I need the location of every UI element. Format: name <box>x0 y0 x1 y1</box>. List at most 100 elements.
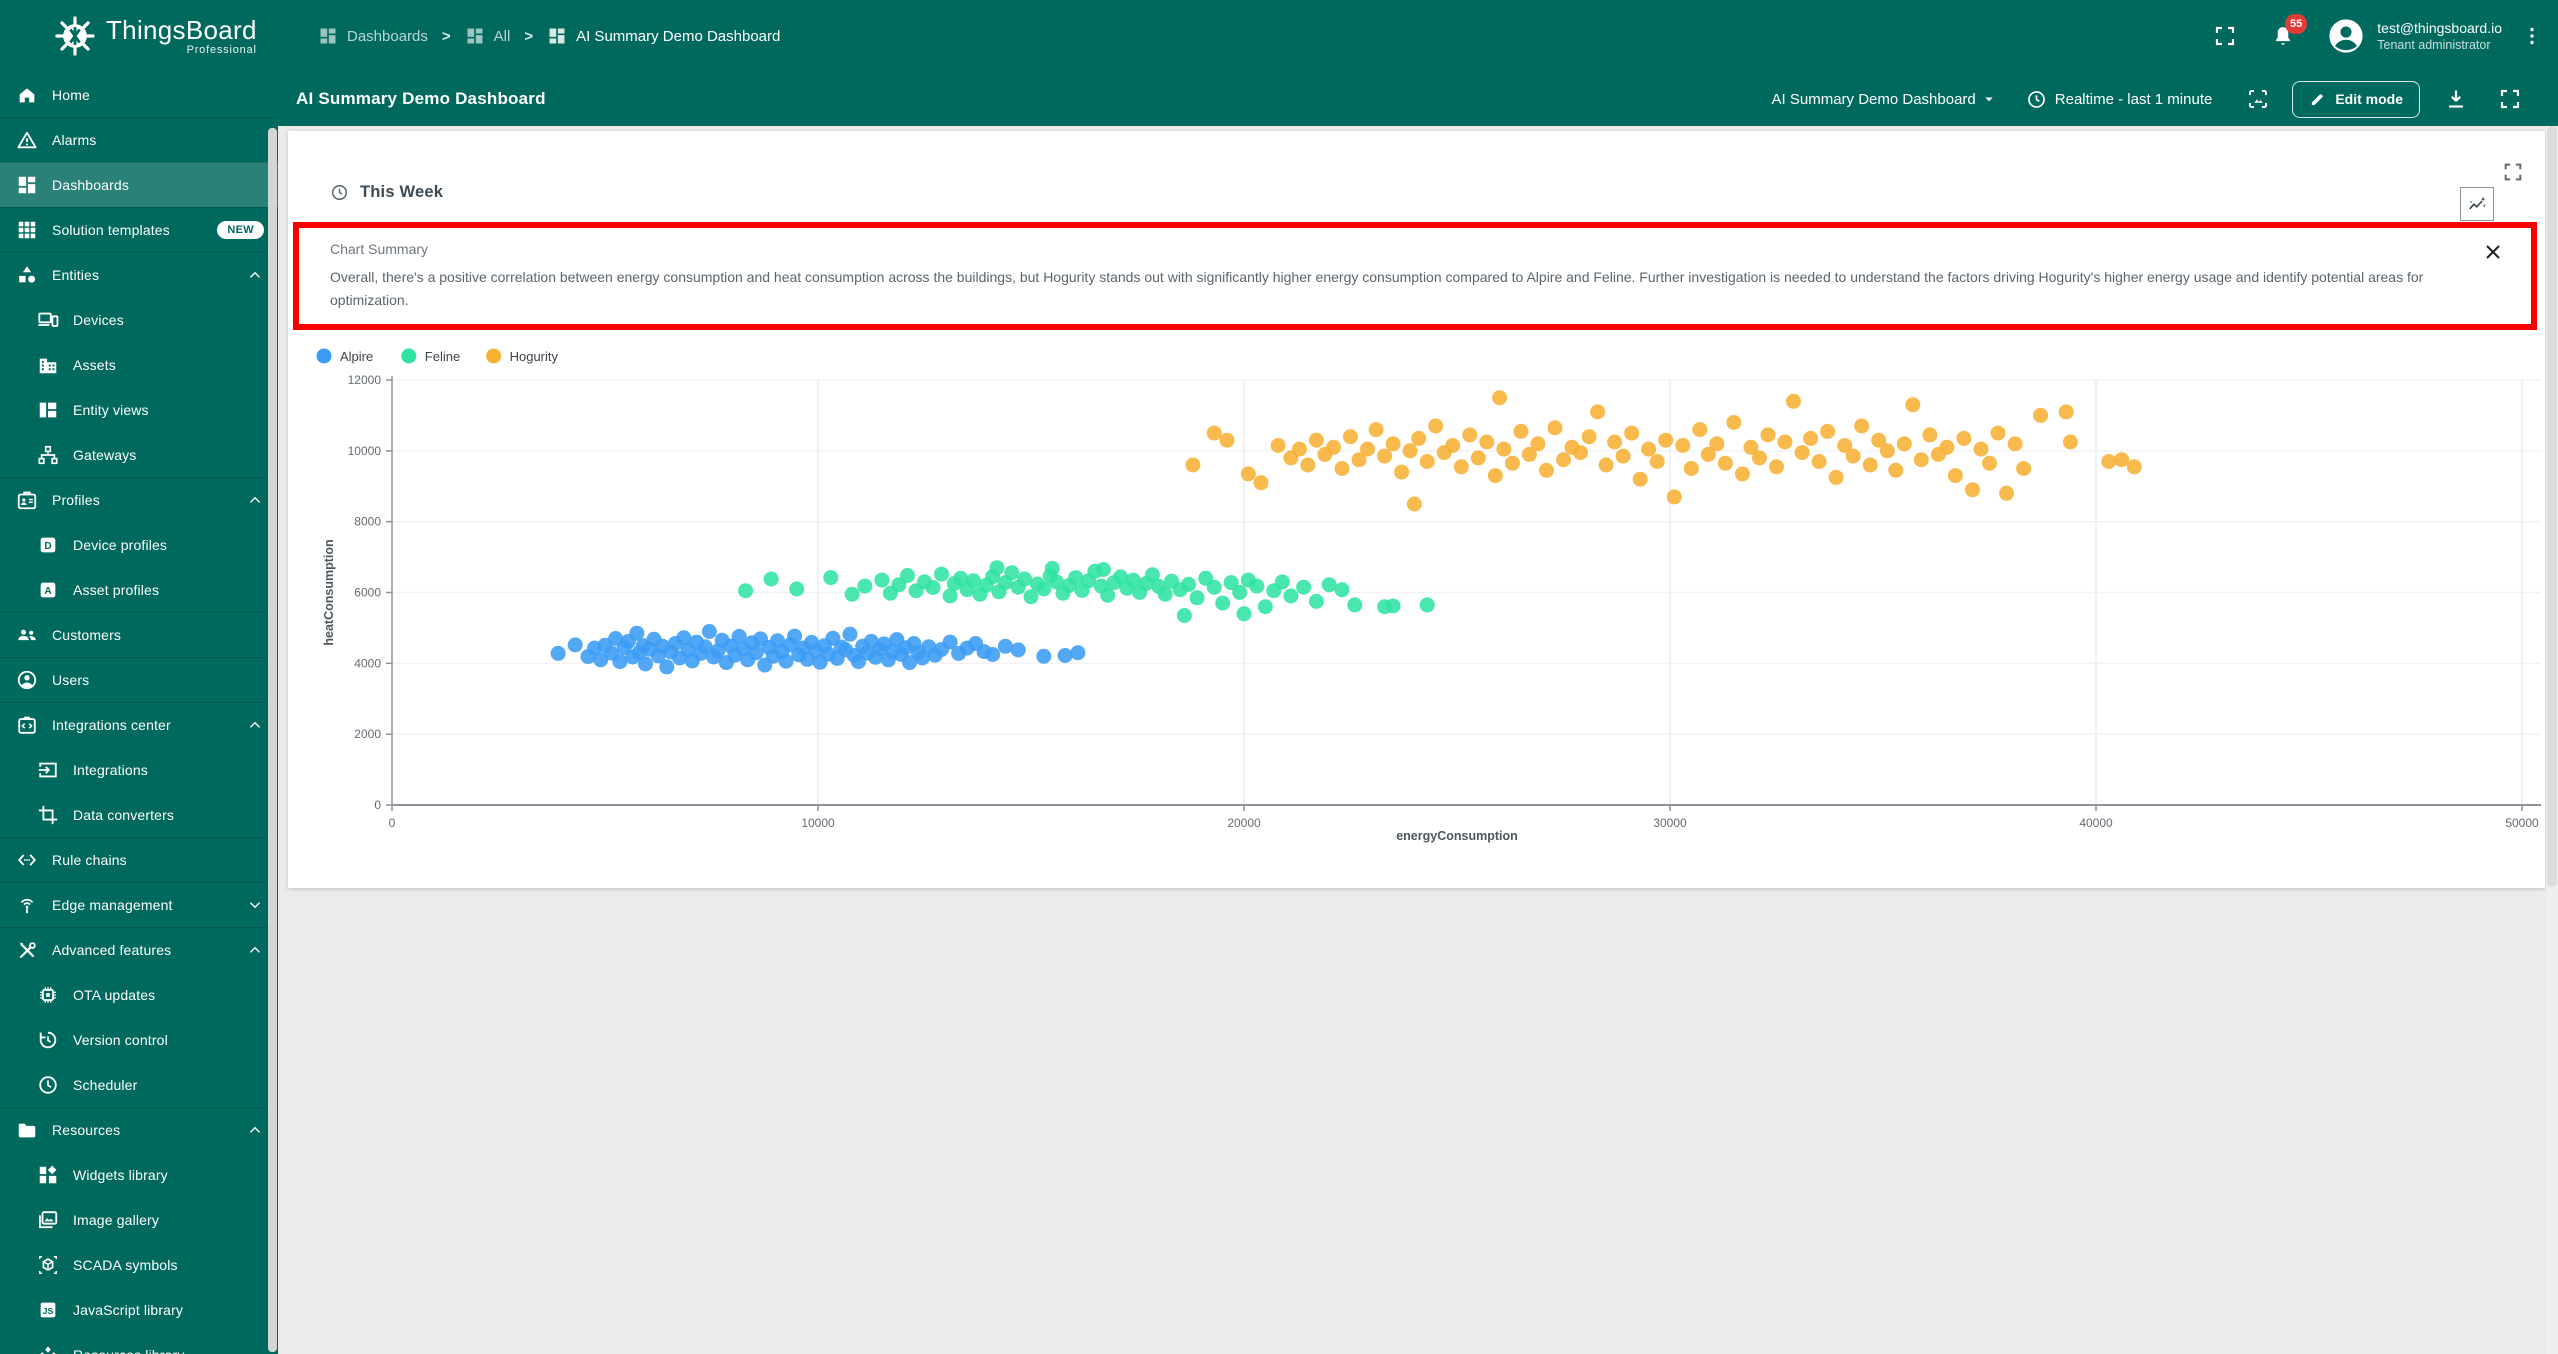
customers-icon <box>16 624 38 646</box>
sidebar-item-rule-chains[interactable]: Rule chains <box>0 837 278 882</box>
page-scrollbar-thumb[interactable] <box>2547 126 2557 888</box>
resources-library-icon <box>37 1344 59 1354</box>
sidebar-item-profiles[interactable]: Profiles <box>0 477 278 522</box>
legend-item-alpire[interactable]: Alpire <box>316 348 374 365</box>
chart-summary-label: Chart Summary <box>330 241 429 257</box>
kebab-icon <box>2520 24 2544 48</box>
scada-symbols-icon <box>37 1254 59 1276</box>
sidebar-item-label: Profiles <box>52 492 100 508</box>
fullscreen-icon <box>2498 87 2522 111</box>
sidebar-item-label: Data converters <box>73 806 175 823</box>
sidebar-item-integrations[interactable]: Integrations <box>0 747 278 792</box>
user-menu[interactable]: test@thingsboard.io Tenant administrator <box>2327 17 2502 55</box>
sidebar-item-label: Customers <box>52 627 122 643</box>
svg-text:0: 0 <box>374 798 381 812</box>
sidebar-item-widgets-library[interactable]: Widgets library <box>0 1152 278 1197</box>
breadcrumb-item[interactable]: AI Summary Demo Dashboard <box>547 26 780 46</box>
sidebar-item-users[interactable]: Users <box>0 657 278 702</box>
dashboards-icon <box>16 174 38 196</box>
sidebar-item-resources-library[interactable]: Resources library <box>0 1332 278 1354</box>
sidebar-item-scheduler[interactable]: Scheduler <box>0 1062 278 1107</box>
solution-templates-icon <box>16 219 38 241</box>
sidebar-item-data-converters[interactable]: Data converters <box>0 792 278 837</box>
legend-item-feline[interactable]: Feline <box>401 348 460 365</box>
sidebar-item-device-profiles[interactable]: D Device profiles <box>0 522 278 567</box>
dashboard-select[interactable]: AI Summary Demo Dashboard <box>1772 90 1998 108</box>
sidebar-item-label: OTA updates <box>73 986 156 1003</box>
chart-summary-panel: Chart Summary Overall, there's a positiv… <box>293 222 2537 330</box>
breadcrumb-item[interactable]: All <box>465 26 510 46</box>
new-badge: NEW <box>217 221 264 239</box>
sidebar-item-label: Edge management <box>52 897 173 913</box>
chevron-up-icon <box>246 716 264 734</box>
advanced-features-icon <box>16 939 38 961</box>
dashboards-icon <box>318 26 338 46</box>
sidebar-item-javascript-library[interactable]: JS JavaScript library <box>0 1287 278 1332</box>
toolbar-fullscreen-button[interactable] <box>2490 79 2530 119</box>
sidebar-item-solution-templates[interactable]: Solution templates NEW <box>0 207 278 252</box>
svg-text:6000: 6000 <box>354 586 381 600</box>
sidebar-item-customers[interactable]: Customers <box>0 612 278 657</box>
legend-label: Feline <box>425 349 460 364</box>
sidebar-item-label: Solution templates <box>52 222 170 238</box>
users-icon <box>16 669 38 691</box>
brand-text: ThingsBoard Professional <box>106 16 257 57</box>
dashboards-icon <box>547 26 567 46</box>
page-scrollbar[interactable] <box>2546 126 2558 1354</box>
profiles-icon <box>16 489 38 511</box>
sidebar-item-label: Rule chains <box>52 852 127 868</box>
sidebar-item-assets[interactable]: Assets <box>0 342 278 387</box>
clock-icon <box>330 183 349 202</box>
sidebar-item-version-control[interactable]: Version control <box>0 1017 278 1062</box>
notification-count-badge: 55 <box>2285 14 2308 34</box>
ai-summary-button[interactable] <box>2460 187 2494 221</box>
sidebar-item-ota-updates[interactable]: OTA updates <box>0 972 278 1017</box>
sidebar-item-entities[interactable]: Entities <box>0 252 278 297</box>
widget-title: This Week <box>360 183 444 201</box>
sidebar-item-home[interactable]: Home <box>0 72 278 117</box>
sidebar-item-asset-profiles[interactable]: A Asset profiles <box>0 567 278 612</box>
export-dashboard-button[interactable] <box>2436 79 2476 119</box>
sidebar-item-scada-symbols[interactable]: SCADA symbols <box>0 1242 278 1287</box>
fullscreen-button[interactable] <box>2205 16 2245 56</box>
sidebar-item-dashboards[interactable]: Dashboards <box>0 162 278 207</box>
integrations-icon <box>37 759 59 781</box>
home-icon <box>16 84 38 106</box>
javascript-library-icon: JS <box>37 1299 59 1321</box>
timewindow-button[interactable]: Realtime - last 1 minute <box>2026 89 2212 110</box>
caret-down-icon <box>1980 90 1998 108</box>
edit-mode-button[interactable]: Edit mode <box>2292 80 2420 118</box>
sidebar-item-integrations-center[interactable]: Integrations center <box>0 702 278 747</box>
svg-text:A: A <box>44 585 52 596</box>
dashboard-image-button[interactable] <box>2238 79 2278 119</box>
brand-logo[interactable]: ThingsBoard Professional <box>0 0 278 72</box>
edge-management-icon <box>16 894 38 916</box>
sidebar-item-label: SCADA symbols <box>73 1256 178 1273</box>
sidebar-item-label: Integrations center <box>52 717 171 733</box>
sidebar-item-resources[interactable]: Resources <box>0 1107 278 1152</box>
summary-close-button[interactable] <box>2481 240 2505 264</box>
sidebar-item-advanced-features[interactable]: Advanced features <box>0 927 278 972</box>
sidebar-item-edge-management[interactable]: Edge management <box>0 882 278 927</box>
legend-dot <box>486 348 502 364</box>
legend-label: Hogurity <box>510 349 559 364</box>
sidebar-item-gateways[interactable]: Gateways <box>0 432 278 477</box>
sidebar-item-devices[interactable]: Devices <box>0 297 278 342</box>
assets-icon <box>37 354 59 376</box>
legend-item-hogurity[interactable]: Hogurity <box>486 348 559 365</box>
notifications-button[interactable]: 55 <box>2263 14 2308 56</box>
sidebar-item-alarms[interactable]: Alarms <box>0 117 278 162</box>
sidebar-item-entity-views[interactable]: Entity views <box>0 387 278 432</box>
sidebar-item-label: Resources <box>52 1122 121 1138</box>
widget-fullscreen-button[interactable] <box>2502 161 2524 183</box>
pencil-icon <box>2309 91 2326 108</box>
sidebar-scrollbar[interactable] <box>268 128 277 1352</box>
more-menu-button[interactable] <box>2512 16 2552 56</box>
integrations-center-icon <box>16 714 38 736</box>
sidebar-item-label: Home <box>52 86 90 103</box>
chart-grid <box>392 379 2541 805</box>
chart-axes: 0 10000 20000 30000 40000 50000 0 2000 4000 6000 8… <box>348 373 2541 830</box>
widget-title-row: This Week <box>330 183 443 202</box>
breadcrumb-item[interactable]: Dashboards <box>318 26 428 46</box>
sidebar-item-image-gallery[interactable]: Image gallery <box>0 1197 278 1242</box>
